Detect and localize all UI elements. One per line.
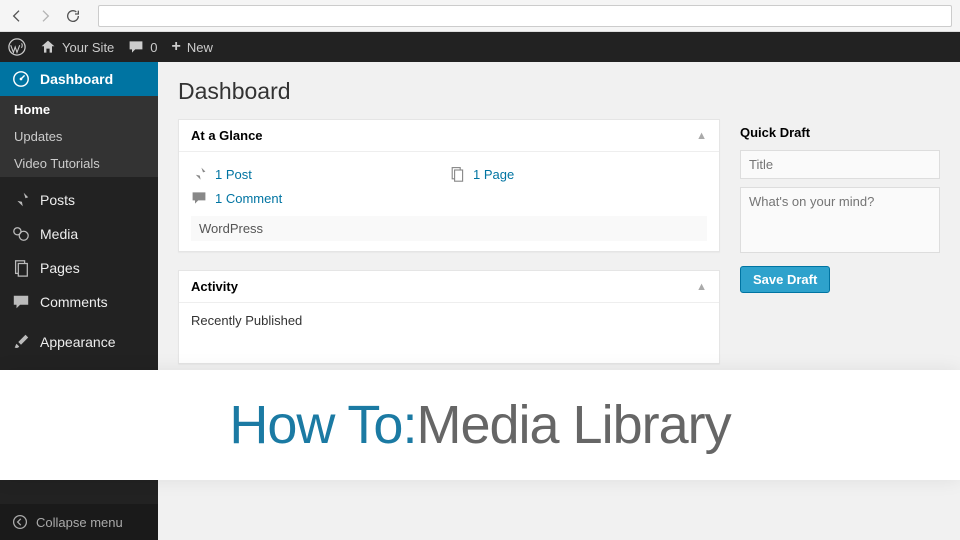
banner-prefix: How To: <box>229 394 416 456</box>
media-icon <box>12 225 30 243</box>
submenu-home[interactable]: Home <box>0 96 158 123</box>
collapse-label: Collapse menu <box>36 515 123 530</box>
menu-label: Media <box>40 226 78 242</box>
menu-label: Posts <box>40 192 75 208</box>
glance-pages-text: 1 Page <box>473 167 514 182</box>
box-title: Activity <box>191 279 238 294</box>
site-name: Your Site <box>62 40 114 55</box>
pin-icon <box>191 166 207 182</box>
menu-label: Dashboard <box>40 71 113 87</box>
glance-posts-text: 1 Post <box>215 167 252 182</box>
save-draft-button[interactable]: Save Draft <box>740 266 830 293</box>
forward-button[interactable] <box>36 7 54 25</box>
pages-icon <box>12 259 30 277</box>
dashboard-icon <box>12 70 30 88</box>
quick-draft-title: Quick Draft <box>740 119 940 150</box>
menu-posts[interactable]: Posts <box>0 183 158 217</box>
site-link[interactable]: Your Site <box>40 39 114 55</box>
url-bar[interactable] <box>98 5 952 27</box>
submenu-updates[interactable]: Updates <box>0 123 158 150</box>
comment-icon <box>191 190 207 206</box>
dashboard-submenu: Home Updates Video Tutorials <box>0 96 158 177</box>
draft-title-input[interactable] <box>740 150 940 179</box>
menu-label: Pages <box>40 260 80 276</box>
menu-label: Appearance <box>40 334 116 350</box>
pin-icon <box>12 191 30 209</box>
glance-comments[interactable]: 1 Comment <box>191 186 449 210</box>
collapse-menu[interactable]: Collapse menu <box>0 504 158 540</box>
brush-icon <box>12 333 30 351</box>
wp-logo[interactable] <box>8 38 26 56</box>
menu-media[interactable]: Media <box>0 217 158 251</box>
comments-link[interactable]: 0 <box>128 39 157 55</box>
menu-label: Comments <box>40 294 108 310</box>
activity-header[interactable]: Activity ▲ <box>179 271 719 303</box>
wp-version: WordPress <box>191 216 707 241</box>
glance-posts[interactable]: 1 Post <box>191 162 449 186</box>
overlay-banner: How To: Media Library <box>0 370 960 480</box>
activity-recent-label: Recently Published <box>191 313 707 328</box>
submenu-tutorials[interactable]: Video Tutorials <box>0 150 158 177</box>
menu-pages[interactable]: Pages <box>0 251 158 285</box>
new-label: New <box>187 40 213 55</box>
at-a-glance-header[interactable]: At a Glance ▲ <box>179 120 719 152</box>
banner-suffix: Media Library <box>416 394 730 456</box>
menu-comments[interactable]: Comments <box>0 285 158 319</box>
at-a-glance-box: At a Glance ▲ 1 Post 1 Page 1 Comment Wo… <box>178 119 720 252</box>
menu-appearance[interactable]: Appearance <box>0 325 158 359</box>
menu-dashboard[interactable]: Dashboard <box>0 62 158 96</box>
page-title: Dashboard <box>178 78 940 105</box>
comment-icon <box>12 293 30 311</box>
glance-pages[interactable]: 1 Page <box>449 162 707 186</box>
reload-button[interactable] <box>64 7 82 25</box>
new-link[interactable]: +New <box>172 38 213 56</box>
box-title: At a Glance <box>191 128 263 143</box>
collapse-icon <box>12 514 28 530</box>
wp-admin-bar: Your Site 0 +New <box>0 32 960 62</box>
pages-icon <box>449 166 465 182</box>
glance-comments-text: 1 Comment <box>215 191 282 206</box>
toggle-icon: ▲ <box>696 281 707 293</box>
comment-count: 0 <box>150 40 157 55</box>
toggle-icon: ▲ <box>696 130 707 142</box>
draft-content-input[interactable] <box>740 187 940 253</box>
back-button[interactable] <box>8 7 26 25</box>
activity-box: Activity ▲ Recently Published <box>178 270 720 364</box>
browser-toolbar <box>0 0 960 32</box>
